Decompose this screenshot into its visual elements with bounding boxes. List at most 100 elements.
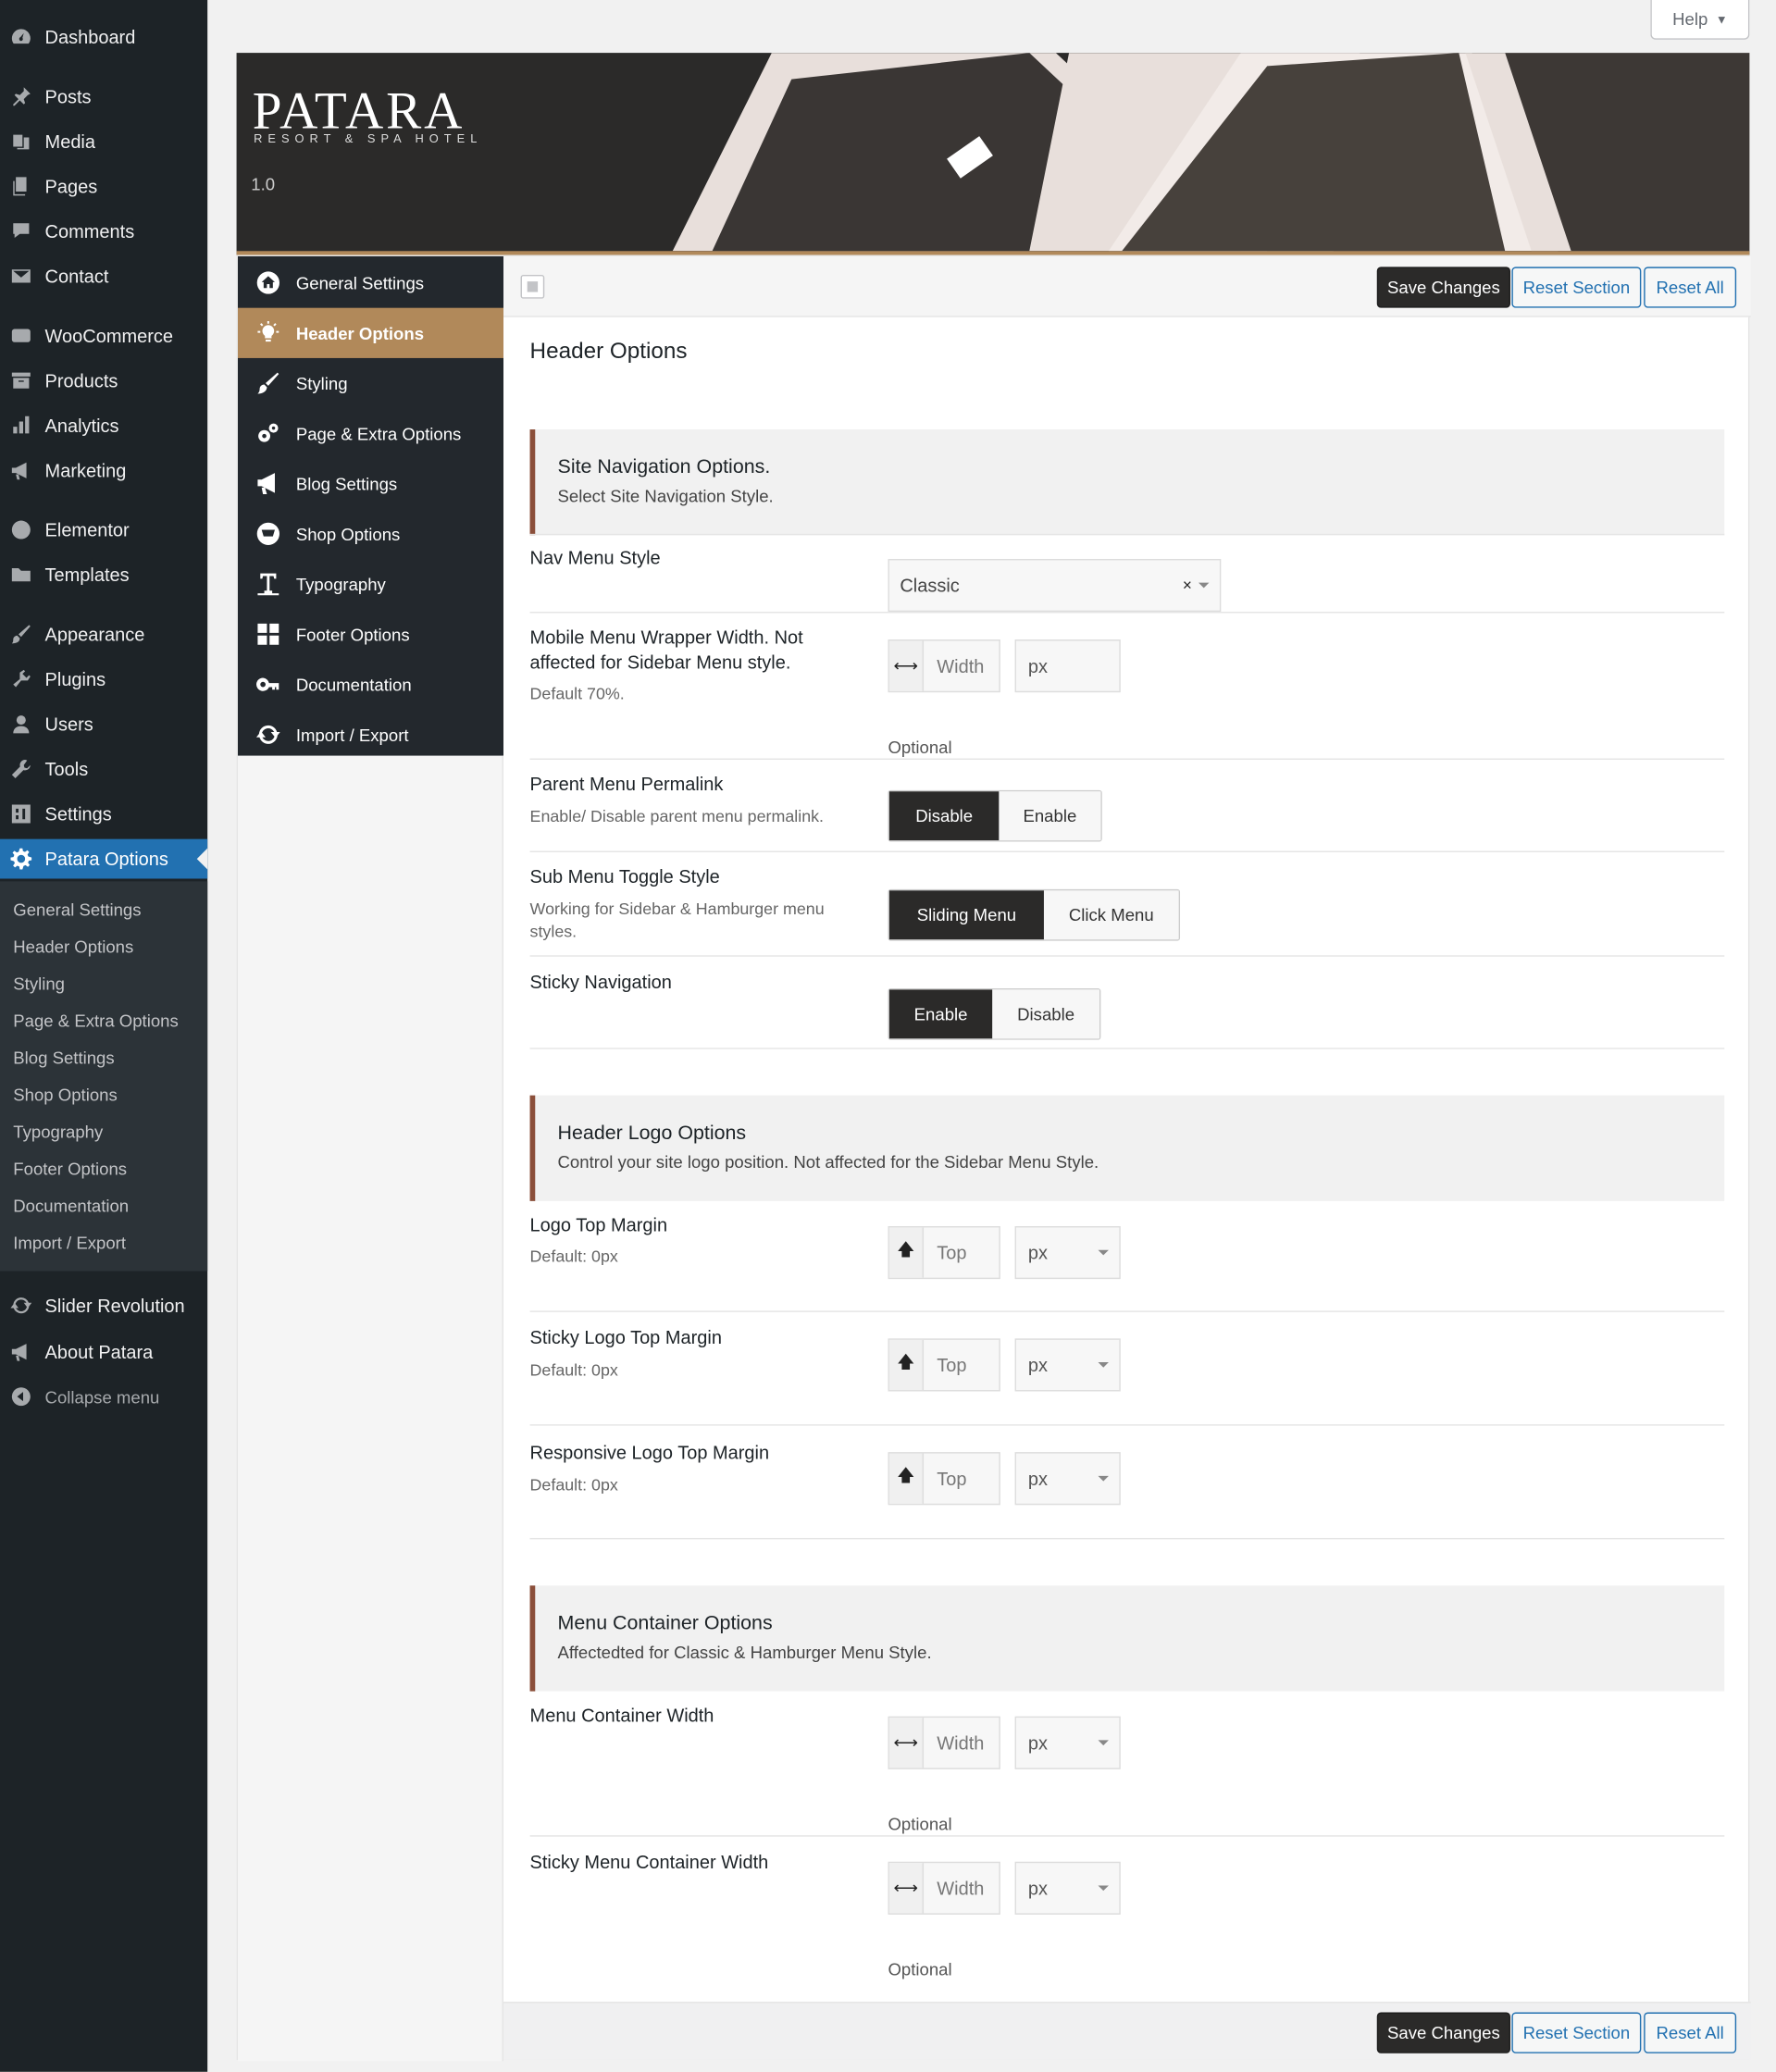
menu-appearance[interactable]: Appearance xyxy=(0,614,207,654)
menu-woocommerce[interactable]: WooCommerce xyxy=(0,316,207,355)
menu-tools[interactable]: Tools xyxy=(0,750,207,789)
nav-footer-options[interactable]: Footer Options xyxy=(238,609,503,659)
menu-label: Comments xyxy=(44,220,135,242)
menu-label: Users xyxy=(44,713,93,735)
field-label: Parent Menu Permalink xyxy=(529,773,724,795)
menu-posts[interactable]: Posts xyxy=(0,77,207,117)
responsive-logo-top-input[interactable]: 🡅 Top xyxy=(888,1452,1000,1506)
nav-typography[interactable]: Typography xyxy=(238,559,503,609)
nav-header-options[interactable]: Header Options xyxy=(238,307,503,358)
nav-general-settings[interactable]: General Settings xyxy=(238,257,503,307)
menu-elementor[interactable]: Elementor xyxy=(0,510,207,550)
disable-option[interactable]: Disable xyxy=(992,989,1099,1039)
nav-blog-settings[interactable]: Blog Settings xyxy=(238,458,503,508)
reset-all-button[interactable]: Reset All xyxy=(1644,267,1737,308)
menu-analytics[interactable]: Analytics xyxy=(0,405,207,445)
submenu-footer-options[interactable]: Footer Options xyxy=(13,1159,127,1178)
reset-all-button[interactable]: Reset All xyxy=(1644,2012,1737,2053)
sliding-menu-option[interactable]: Sliding Menu xyxy=(888,890,1044,940)
menu-patara-options[interactable]: Patara Options xyxy=(0,838,208,879)
menu-label: Tools xyxy=(44,758,89,780)
save-changes-button[interactable]: Save Changes xyxy=(1376,2012,1510,2053)
submenu-typography[interactable]: Typography xyxy=(13,1122,103,1141)
arrows-horizontal-icon: ⟷ xyxy=(888,1863,925,1914)
container-width-unit-select[interactable]: px xyxy=(1014,1716,1121,1769)
menu-label: Posts xyxy=(44,85,92,107)
menu-dashboard[interactable]: Dashboard xyxy=(0,18,207,57)
sticky-container-width-input[interactable]: ⟷ Width xyxy=(888,1861,1000,1915)
archive-icon xyxy=(10,370,31,391)
arrow-up-icon: 🡅 xyxy=(888,1453,925,1504)
menu-contact[interactable]: Contact xyxy=(0,256,207,296)
menu-about-patara[interactable]: About Patara xyxy=(0,1332,207,1371)
options-content: Header Options Site Navigation Options. … xyxy=(503,317,1751,2002)
bar-chart-icon xyxy=(10,415,31,436)
save-changes-button[interactable]: Save Changes xyxy=(1376,267,1510,308)
submenu-shop-options[interactable]: Shop Options xyxy=(13,1085,117,1104)
enable-option[interactable]: Enable xyxy=(999,791,1101,841)
mail-icon xyxy=(10,266,31,287)
menu-comments[interactable]: Comments xyxy=(0,211,207,251)
dashboard-icon xyxy=(10,27,31,48)
submenu-documentation[interactable]: Documentation xyxy=(13,1196,129,1215)
field-label: Sticky Navigation xyxy=(529,971,672,993)
menu-templates[interactable]: Templates xyxy=(0,555,207,595)
menu-label: Products xyxy=(44,369,118,391)
nav-styling[interactable]: Styling xyxy=(238,358,503,408)
expand-toggle-icon[interactable] xyxy=(520,274,545,299)
enable-option[interactable]: Enable xyxy=(888,989,993,1039)
click-menu-option[interactable]: Click Menu xyxy=(1043,890,1179,940)
sticky-container-width-unit-select[interactable]: px xyxy=(1014,1861,1121,1915)
menu-label: About Patara xyxy=(44,1341,154,1363)
submenu-header-options[interactable]: Header Options xyxy=(13,937,133,956)
responsive-logo-top-unit-select[interactable]: px xyxy=(1014,1452,1121,1506)
menu-marketing[interactable]: Marketing xyxy=(0,451,207,490)
nav-documentation[interactable]: Documentation xyxy=(238,659,503,709)
submenu-styling[interactable]: Styling xyxy=(13,974,65,993)
brush-icon xyxy=(256,371,280,395)
logo-top-input[interactable]: 🡅 Top xyxy=(888,1225,1000,1280)
submenu-import-export[interactable]: Import / Export xyxy=(13,1233,126,1252)
mobile-width-unit[interactable]: px xyxy=(1014,639,1121,693)
submenu-page-extra[interactable]: Page & Extra Options xyxy=(13,1011,178,1030)
sticky-logo-top-unit-select[interactable]: px xyxy=(1014,1338,1121,1392)
reset-section-button[interactable]: Reset Section xyxy=(1511,2012,1642,2053)
nav-menu-style-select[interactable]: Classic × xyxy=(888,558,1222,613)
mobile-width-input[interactable]: ⟷ Width xyxy=(888,639,1000,693)
field-label: Sticky Menu Container Width xyxy=(529,1851,769,1873)
nav-shop-options[interactable]: Shop Options xyxy=(238,509,503,559)
nav-import-export[interactable]: Import / Export xyxy=(238,710,503,760)
collapse-menu[interactable]: Collapse menu xyxy=(0,1377,207,1417)
field-desc: Default: 0px xyxy=(529,1247,618,1266)
field-label: Mobile Menu Wrapper Width. Not affected … xyxy=(529,626,803,673)
divider xyxy=(529,850,1725,852)
divider xyxy=(529,1537,1725,1540)
divider xyxy=(529,1835,1725,1837)
menu-products[interactable]: Products xyxy=(0,361,207,401)
help-tab[interactable]: Help ▼ xyxy=(1650,0,1750,40)
menu-pages[interactable]: Pages xyxy=(0,167,207,206)
pages-icon xyxy=(10,176,31,197)
divider xyxy=(529,1310,1725,1312)
menu-users[interactable]: Users xyxy=(0,704,207,744)
page-title: Header Options xyxy=(529,338,688,364)
wrench-icon xyxy=(10,759,31,780)
submenu-blog-settings[interactable]: Blog Settings xyxy=(13,1048,114,1067)
menu-slider-revolution[interactable]: Slider Revolution xyxy=(0,1285,207,1325)
submenu-general-settings[interactable]: General Settings xyxy=(13,900,141,919)
menu-plugins[interactable]: Plugins xyxy=(0,659,207,699)
menu-media[interactable]: Media xyxy=(0,121,207,161)
logo-top-unit-select[interactable]: px xyxy=(1014,1225,1121,1280)
input-placeholder: Top xyxy=(937,1354,967,1376)
input-placeholder: Top xyxy=(937,1242,967,1263)
container-width-input[interactable]: ⟷ Width xyxy=(888,1716,1000,1769)
field-label: Sub Menu Toggle Style xyxy=(529,865,720,887)
sticky-logo-top-input[interactable]: 🡅 Top xyxy=(888,1338,1000,1392)
divider xyxy=(529,612,1725,614)
reset-section-button[interactable]: Reset Section xyxy=(1511,267,1642,308)
disable-option[interactable]: Disable xyxy=(888,791,1000,841)
clear-icon[interactable]: × xyxy=(1183,577,1192,595)
megaphone-icon xyxy=(10,1341,31,1362)
menu-settings[interactable]: Settings xyxy=(0,794,207,834)
nav-page-extra[interactable]: Page & Extra Options xyxy=(238,408,503,458)
